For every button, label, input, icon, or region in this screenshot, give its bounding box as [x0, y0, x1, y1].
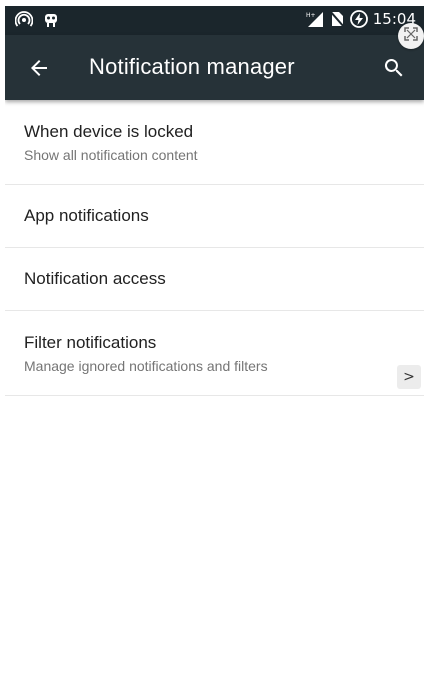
- page-title: Notification manager: [89, 54, 295, 79]
- chevron-right-icon: >: [403, 369, 415, 385]
- android-debug-icon: [43, 11, 59, 29]
- item-title: When device is locked: [24, 122, 194, 141]
- item-title: App notifications: [24, 206, 149, 225]
- item-title: Filter notifications: [24, 333, 157, 352]
- arrow-back-icon[interactable]: [27, 56, 51, 80]
- settings-list: When device is locked Show all notificat…: [5, 100, 424, 396]
- list-item-device-locked[interactable]: When device is locked Show all notificat…: [5, 100, 424, 185]
- chevron-right-button[interactable]: >: [397, 365, 421, 389]
- signal-icon: H+: [306, 10, 324, 28]
- svg-text:H+: H+: [306, 12, 316, 19]
- status-bar: H+ 15:04: [5, 6, 424, 35]
- expand-button[interactable]: [398, 23, 424, 49]
- item-summary: Show all notification content: [24, 147, 198, 163]
- expand-icon: [404, 26, 418, 46]
- list-item-app-notifications[interactable]: App notifications: [5, 185, 424, 248]
- toolbar: Notification manager: [5, 35, 424, 100]
- battery-charging-icon: [349, 10, 368, 28]
- search-icon[interactable]: [382, 56, 406, 80]
- list-item-notification-access[interactable]: Notification access: [5, 248, 424, 311]
- hotspot-icon: [15, 11, 33, 29]
- list-item-filter-notifications[interactable]: Filter notifications Manage ignored noti…: [5, 311, 424, 396]
- item-summary: Manage ignored notifications and filters: [24, 358, 268, 374]
- screen: H+ 15:04 Notification manager When devic…: [5, 6, 424, 696]
- no-sim-icon: [329, 10, 345, 28]
- item-title: Notification access: [24, 269, 166, 288]
